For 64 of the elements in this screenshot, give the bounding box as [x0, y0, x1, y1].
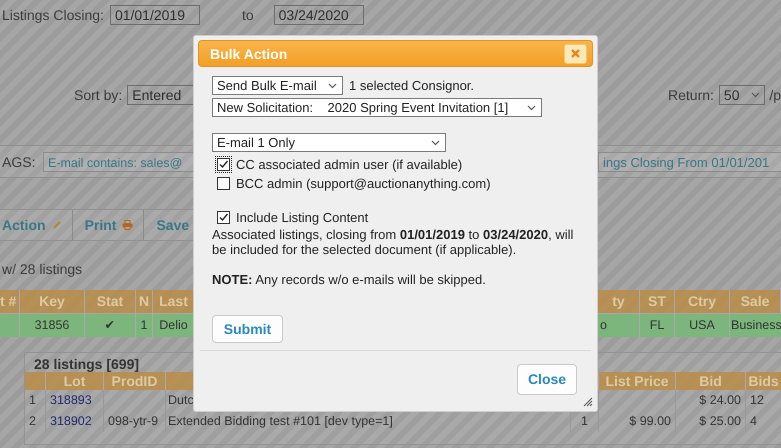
tags-label: AGS:	[1, 154, 36, 170]
caret-icon	[431, 140, 440, 146]
column-header: Ctry	[675, 290, 730, 313]
column-header: t #	[0, 290, 20, 313]
table-cell: 098-ytr-9	[104, 411, 166, 432]
checkbox-label[interactable]: Include Listing Content	[236, 210, 368, 225]
column-header: Bid	[676, 372, 746, 390]
per-page-label: /p	[769, 87, 781, 103]
checkbox-label[interactable]: CC associated admin user (if available)	[236, 157, 462, 172]
column-header: ST	[640, 290, 675, 313]
sort-by-label: Sort by:	[74, 87, 122, 103]
action-select[interactable]: Send Bulk E-mail	[212, 76, 343, 95]
table-cell: ✔	[85, 313, 136, 337]
checkbox[interactable]	[217, 211, 230, 224]
table-cell: 4	[746, 411, 781, 432]
table-cell: $ 25.00	[676, 411, 746, 432]
column-header: ProdID	[104, 372, 166, 390]
close-icon	[571, 49, 580, 58]
table-cell: 31856	[20, 313, 85, 337]
listings-title: 28 listings [699]	[33, 355, 140, 372]
table-cell: FL	[640, 313, 675, 337]
table-cell: Business	[730, 313, 781, 337]
to-label: to	[242, 7, 254, 23]
column-header: List Price	[599, 372, 676, 390]
include-description: Associated listings, closing from 01/01/2019 to 03/24/2020, will be included for the selected document (if applicable).	[212, 227, 574, 257]
column-header: Lot	[46, 372, 104, 390]
column-header: Key	[20, 290, 85, 313]
table-cell: $ 99.00	[599, 411, 676, 432]
table-cell: $ 24.00	[676, 390, 746, 411]
column-header: Sale	[730, 290, 781, 313]
selection-note: 1 selected Consignor.	[349, 78, 474, 93]
resize-grip-icon	[583, 397, 593, 407]
date-from-field[interactable]: 01/01/2019	[110, 5, 200, 25]
submit-button[interactable]: Submit	[212, 315, 283, 343]
close-button[interactable]: Close	[517, 364, 577, 394]
caret-icon	[751, 92, 760, 98]
column-header: Bids	[746, 372, 781, 390]
table-cell: 2	[25, 411, 46, 432]
dialog-title: Bulk Action	[210, 46, 288, 62]
result-count: w/ 28 listings	[1, 261, 84, 279]
pencil-icon	[52, 220, 62, 230]
column-header: Stat	[85, 290, 136, 313]
caret-icon	[527, 104, 536, 110]
check-icon	[218, 159, 229, 170]
table-cell: 12	[746, 390, 781, 411]
return-label: Return:	[668, 87, 714, 103]
checkbox-label[interactable]: BCC admin (support@auctionanything.com)	[236, 176, 491, 191]
column-header: N	[136, 290, 153, 313]
table-cell: 1	[25, 390, 46, 411]
checkbox[interactable]	[217, 177, 230, 190]
listings-closing-label: Listings Closing:	[2, 7, 104, 23]
lot-link[interactable]: 318902	[46, 411, 104, 432]
table-cell: USA	[675, 313, 730, 337]
check-icon	[218, 212, 229, 223]
checkbox[interactable]	[217, 158, 230, 171]
lot-link[interactable]: 318893	[46, 390, 104, 411]
note-text: NOTE: Any records w/o e-mails will be skipped.	[212, 272, 487, 287]
document-select[interactable]: New Solicitation: 2020 Spring Event Invitation [1]	[212, 98, 542, 117]
printer-icon	[122, 220, 134, 230]
date-to-field[interactable]: 03/24/2020	[274, 5, 364, 25]
email-select[interactable]: E-mail 1 Only	[212, 133, 446, 152]
table-cell: 1	[136, 313, 153, 337]
caret-icon	[328, 82, 337, 88]
return-select[interactable]: 50	[718, 85, 766, 105]
